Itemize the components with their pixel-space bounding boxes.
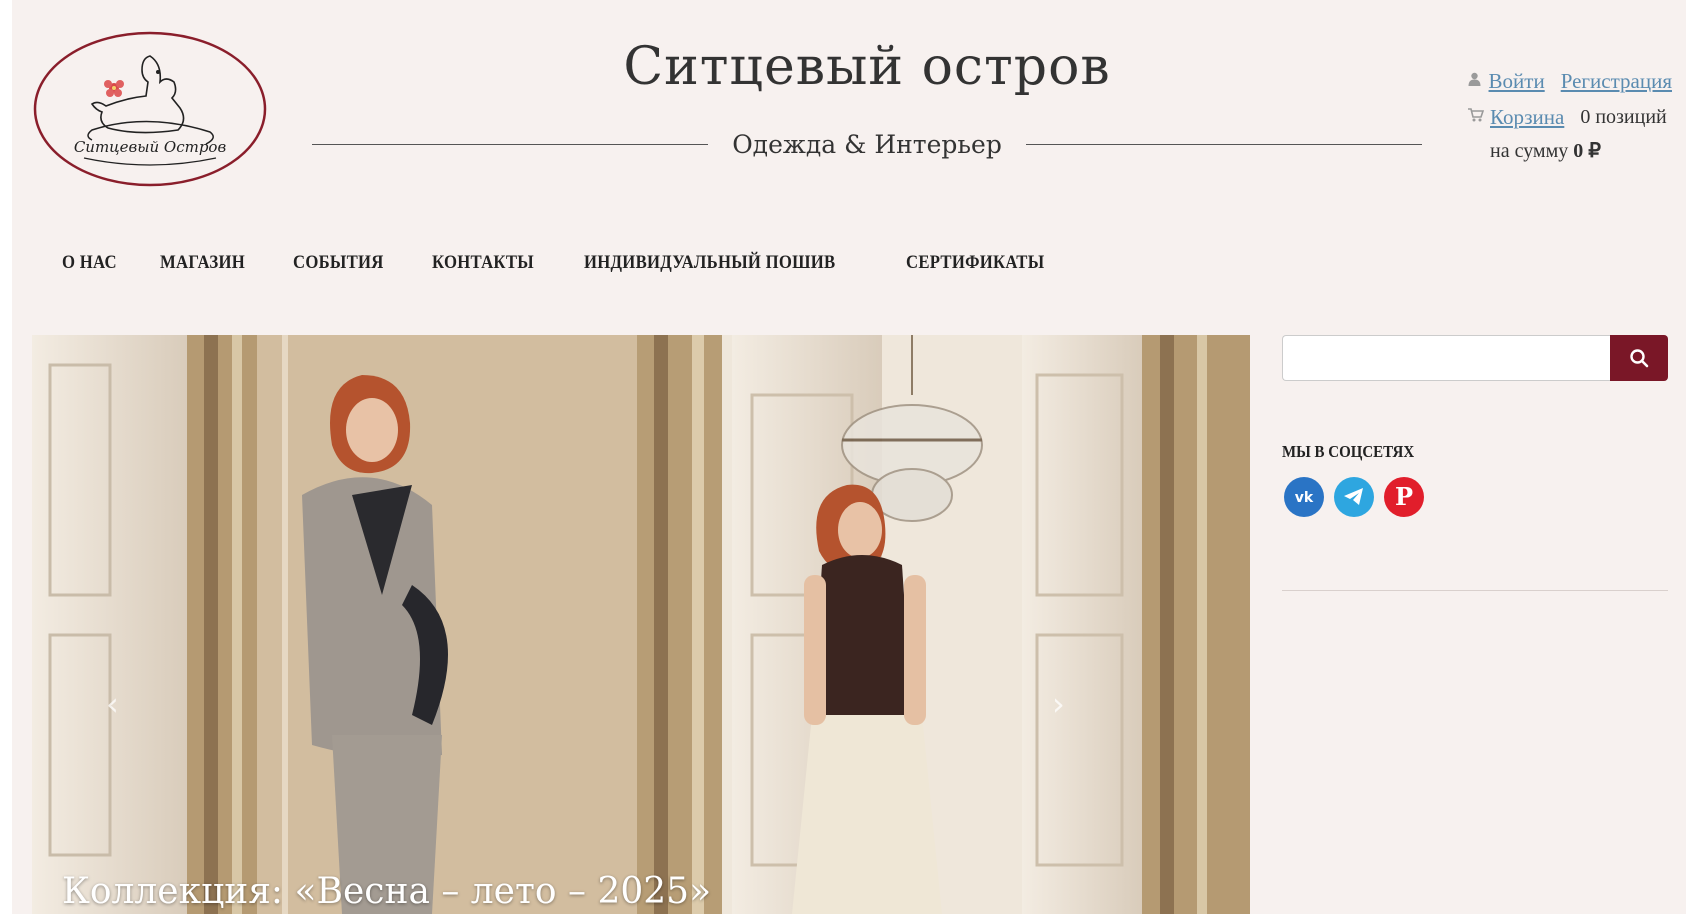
- nav-item-about[interactable]: О НАС: [62, 252, 117, 274]
- login-link[interactable]: Войти: [1489, 69, 1545, 94]
- brand: Ситцевый остров: [312, 36, 1422, 98]
- vk-icon[interactable]: vk: [1284, 477, 1324, 517]
- nav-item-contacts[interactable]: КОНТАКТЫ: [432, 252, 534, 274]
- slider-prev-arrow[interactable]: ‹: [106, 685, 119, 723]
- page: Ситцевый Остров Ситцевый остров Одежда &…: [12, 0, 1686, 914]
- pinterest-icon[interactable]: P: [1384, 477, 1424, 517]
- social-links: vk P: [1284, 477, 1424, 517]
- cart-sum-value: 0 ₽: [1573, 140, 1601, 162]
- nav-item-certificates[interactable]: СЕРТИФИКАТЫ: [906, 252, 1044, 274]
- main-nav: О НАС МАГАЗИН СОБЫТИЯ КОНТАКТЫ ИНДИВИДУА…: [62, 252, 1099, 274]
- site-logo[interactable]: Ситцевый Остров: [32, 30, 268, 188]
- subtitle-divider-left: [312, 143, 709, 145]
- nav-item-shop[interactable]: МАГАЗИН: [160, 252, 245, 274]
- user-box: Войти Регистрация Корзина 0 позиций на с…: [1468, 66, 1688, 163]
- slide-caption[interactable]: Коллекция: «Весна – лето – 2025»: [62, 871, 711, 912]
- search-input[interactable]: [1282, 335, 1610, 381]
- cart-row: Корзина 0 позиций: [1468, 102, 1688, 132]
- slider-next-arrow[interactable]: ›: [1052, 685, 1065, 723]
- sidebar-divider: [1282, 590, 1668, 591]
- cart-count: 0 позиций: [1580, 105, 1667, 128]
- hero-image: [32, 335, 1250, 914]
- subtitle-divider-right: [1025, 143, 1423, 145]
- svg-text:Ситцевый Остров: Ситцевый Остров: [74, 138, 227, 156]
- register-link[interactable]: Регистрация: [1561, 69, 1672, 94]
- search-icon: [1630, 349, 1649, 368]
- cart-icon: [1468, 108, 1490, 126]
- nav-item-tailoring[interactable]: ИНДИВИДУАЛЬНЫЙ ПОШИВ: [584, 252, 835, 274]
- site-title[interactable]: Ситцевый остров: [312, 36, 1422, 98]
- cart-sum: на сумму 0 ₽: [1468, 138, 1688, 163]
- site-subtitle: Одежда & Интерьер: [732, 129, 1002, 159]
- auth-row: Войти Регистрация: [1468, 66, 1688, 96]
- cart-sum-label: на сумму: [1490, 140, 1569, 162]
- subtitle-row: Одежда & Интерьер: [312, 124, 1423, 164]
- social-heading: МЫ В СОЦСЕТЯХ: [1282, 442, 1415, 461]
- user-icon: [1468, 72, 1489, 90]
- cart-link[interactable]: Корзина: [1490, 105, 1564, 130]
- svg-text:P: P: [1395, 484, 1413, 510]
- search-box: [1282, 335, 1668, 381]
- hero-slider[interactable]: ‹ › Коллекция: «Весна – лето – 2025»: [32, 335, 1250, 914]
- telegram-icon[interactable]: [1334, 477, 1374, 517]
- logo-image: Ситцевый Остров: [33, 31, 267, 187]
- svg-text:vk: vk: [1295, 490, 1314, 505]
- nav-item-events[interactable]: СОБЫТИЯ: [293, 252, 384, 274]
- search-button[interactable]: [1610, 335, 1668, 381]
